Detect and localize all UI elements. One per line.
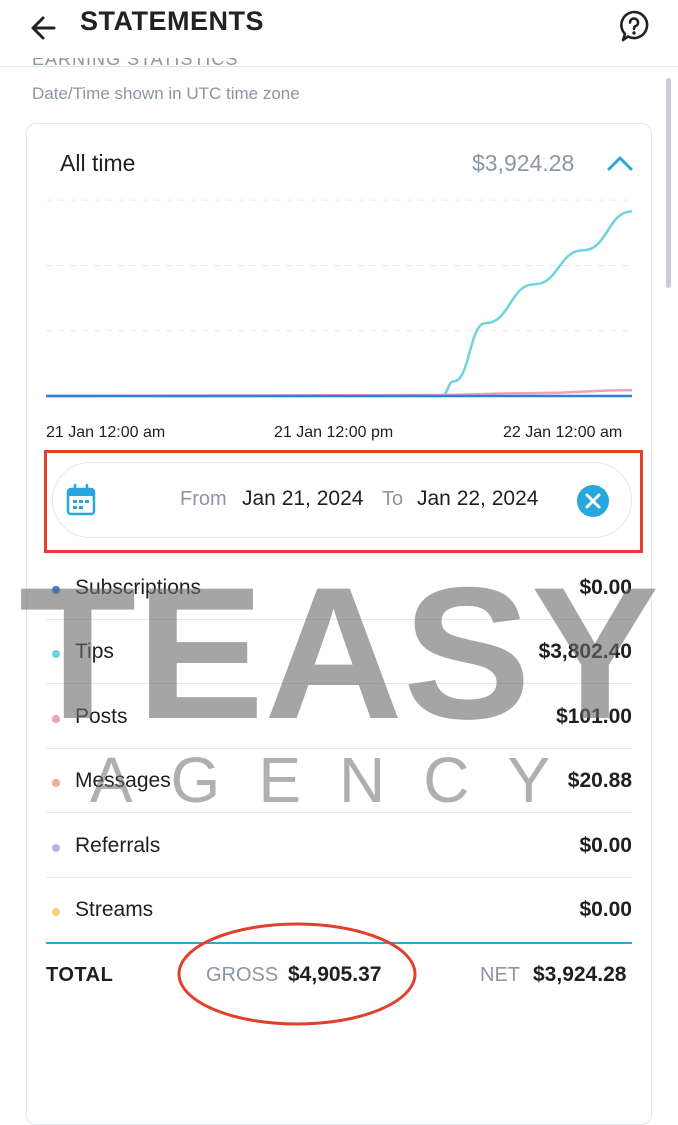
legend-dot [52,650,60,658]
period-total: $3,924.28 [472,150,575,176]
row-value: $20.88 [567,769,632,792]
scrollbar[interactable] [666,78,671,288]
series-line [46,210,632,398]
row-value: $0.00 [579,576,632,599]
earnings-chart [46,199,632,398]
x-tick-label: 22 Jan 12:00 am [503,424,623,441]
row-value: $3,802.40 [538,640,632,663]
legend-dot [52,586,60,594]
row-label: Posts [75,705,128,728]
row-label: Referrals [75,834,161,857]
period-label: All time [60,150,136,176]
total-label: TOTAL [46,964,114,986]
list-item-referrals[interactable]: Referrals $0.00 [46,814,632,878]
help-icon[interactable] [614,6,654,46]
section-heading: EARNING STATISTICS [32,58,239,69]
row-label: Tips [75,640,114,663]
annotation-ellipse [177,922,417,1026]
chevron-up-icon[interactable] [605,152,635,176]
back-arrow-icon[interactable] [24,8,64,48]
list-item-subscriptions[interactable]: Subscriptions $0.00 [46,556,632,620]
page-title: STATEMENTS [80,6,264,36]
net-label: NET [480,964,520,986]
list-item-tips[interactable]: Tips $3,802.40 [46,620,632,684]
row-label: Subscriptions [75,576,202,599]
row-value: $0.00 [579,834,632,857]
legend-dot [52,779,60,787]
row-value: $101.00 [556,705,632,728]
legend-dot [52,715,60,723]
app-header: STATEMENTS [0,0,678,67]
annotation-rectangle [44,450,643,553]
list-item-messages[interactable]: Messages $20.88 [46,749,632,813]
x-tick-label: 21 Jan 12:00 pm [274,424,394,441]
row-label: Streams [75,898,154,921]
x-tick-label: 21 Jan 12:00 am [46,424,166,441]
list-item-posts[interactable]: Posts $101.00 [46,685,632,749]
legend-dot [52,908,60,916]
net-value: $3,924.28 [533,963,627,986]
legend-dot [52,844,60,852]
timezone-note: Date/Time shown in UTC time zone [32,84,300,103]
row-label: Messages [75,769,171,792]
row-value: $0.00 [579,898,632,921]
